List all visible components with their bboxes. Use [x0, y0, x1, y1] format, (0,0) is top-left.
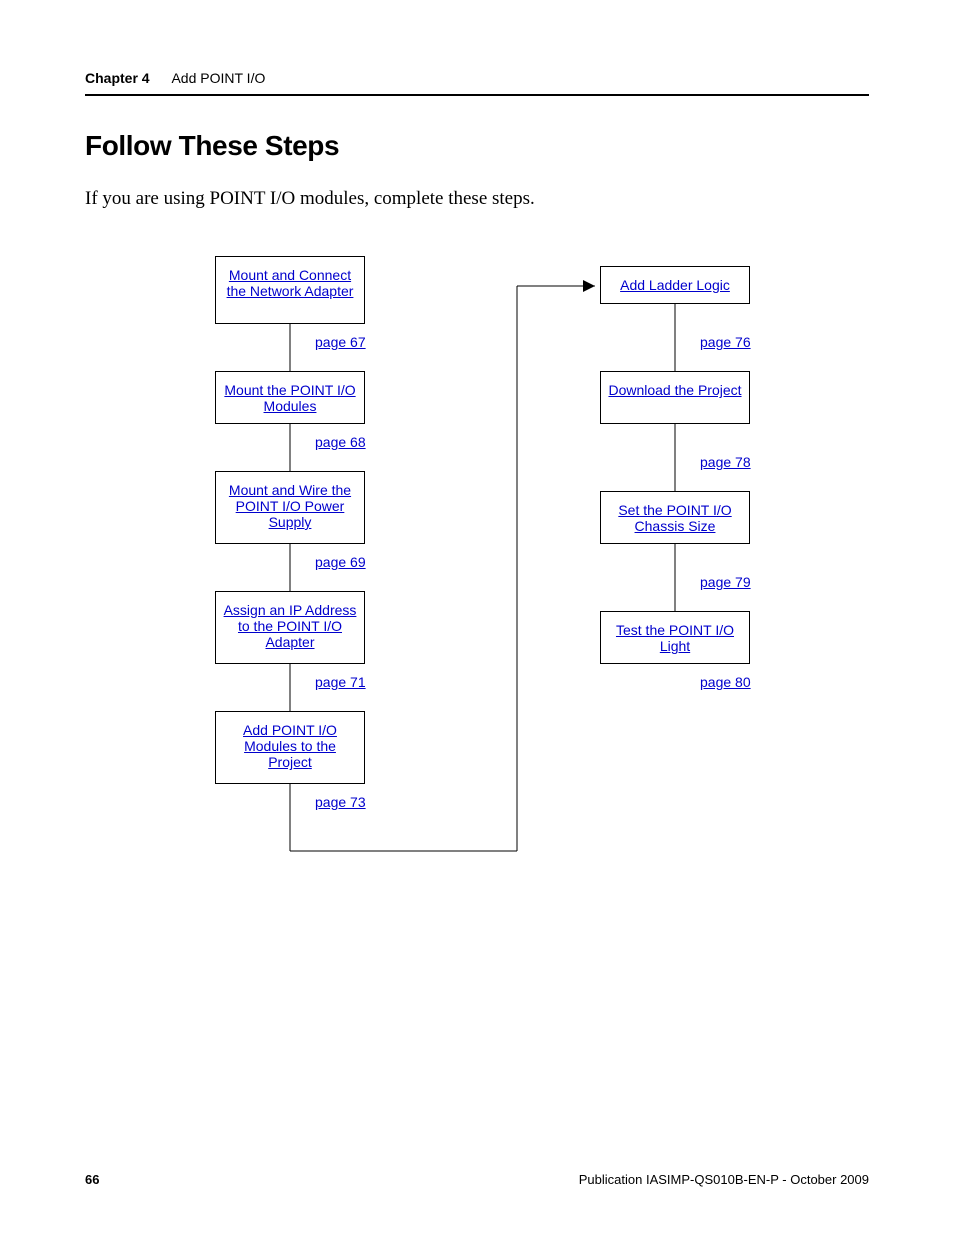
- page-link[interactable]: page 73: [315, 794, 366, 810]
- step-box: Test the POINT I/O Light: [600, 611, 750, 664]
- chapter-title: Add POINT I/O: [171, 70, 265, 86]
- step-box: Mount the POINT I/O Modules: [215, 371, 365, 424]
- publication-info: Publication IASIMP-QS010B-EN-P - October…: [579, 1172, 869, 1187]
- step-box: Mount and Connect the Network Adapter: [215, 256, 365, 324]
- step-box: Assign an IP Address to the POINT I/O Ad…: [215, 591, 365, 664]
- step-link[interactable]: Assign an IP Address to the POINT I/O Ad…: [224, 602, 357, 650]
- page-link[interactable]: page 76: [700, 334, 751, 350]
- step-box: Add POINT I/O Modules to the Project: [215, 711, 365, 784]
- page-link[interactable]: page 69: [315, 554, 366, 570]
- page-link[interactable]: page 78: [700, 454, 751, 470]
- page-ref: page 80: [700, 674, 751, 690]
- page-link[interactable]: page 67: [315, 334, 366, 350]
- step-box: Add Ladder Logic: [600, 266, 750, 304]
- step-link[interactable]: Mount and Connect the Network Adapter: [227, 267, 354, 299]
- page-ref: page 67: [315, 334, 366, 350]
- section-heading: Follow These Steps: [85, 130, 339, 162]
- step-box: Set the POINT I/O Chassis Size: [600, 491, 750, 544]
- page-ref: page 69: [315, 554, 366, 570]
- page-link[interactable]: page 79: [700, 574, 751, 590]
- page-link[interactable]: page 80: [700, 674, 751, 690]
- page-number: 66: [85, 1172, 99, 1187]
- step-link[interactable]: Test the POINT I/O Light: [616, 622, 734, 654]
- page-ref: page 71: [315, 674, 366, 690]
- flowchart: Mount and Connect the Network Adapter pa…: [85, 256, 869, 876]
- step-link[interactable]: Download the Project: [608, 382, 741, 398]
- page-ref: page 76: [700, 334, 751, 350]
- page-ref: page 79: [700, 574, 751, 590]
- step-link[interactable]: Set the POINT I/O Chassis Size: [618, 502, 731, 534]
- flow-connectors: [85, 256, 869, 876]
- step-link[interactable]: Mount the POINT I/O Modules: [224, 382, 355, 414]
- chapter-label: Chapter 4: [85, 70, 150, 86]
- step-link[interactable]: Mount and Wire the POINT I/O Power Suppl…: [229, 482, 351, 530]
- page-ref: page 68: [315, 434, 366, 450]
- step-link[interactable]: Add Ladder Logic: [620, 277, 730, 293]
- page-header: Chapter 4 Add POINT I/O: [85, 70, 869, 96]
- step-link[interactable]: Add POINT I/O Modules to the Project: [243, 722, 337, 770]
- page-ref: page 73: [315, 794, 366, 810]
- page-ref: page 78: [700, 454, 751, 470]
- step-box: Mount and Wire the POINT I/O Power Suppl…: [215, 471, 365, 544]
- step-box: Download the Project: [600, 371, 750, 424]
- page-link[interactable]: page 71: [315, 674, 366, 690]
- page-link[interactable]: page 68: [315, 434, 366, 450]
- intro-text: If you are using POINT I/O modules, comp…: [85, 188, 535, 210]
